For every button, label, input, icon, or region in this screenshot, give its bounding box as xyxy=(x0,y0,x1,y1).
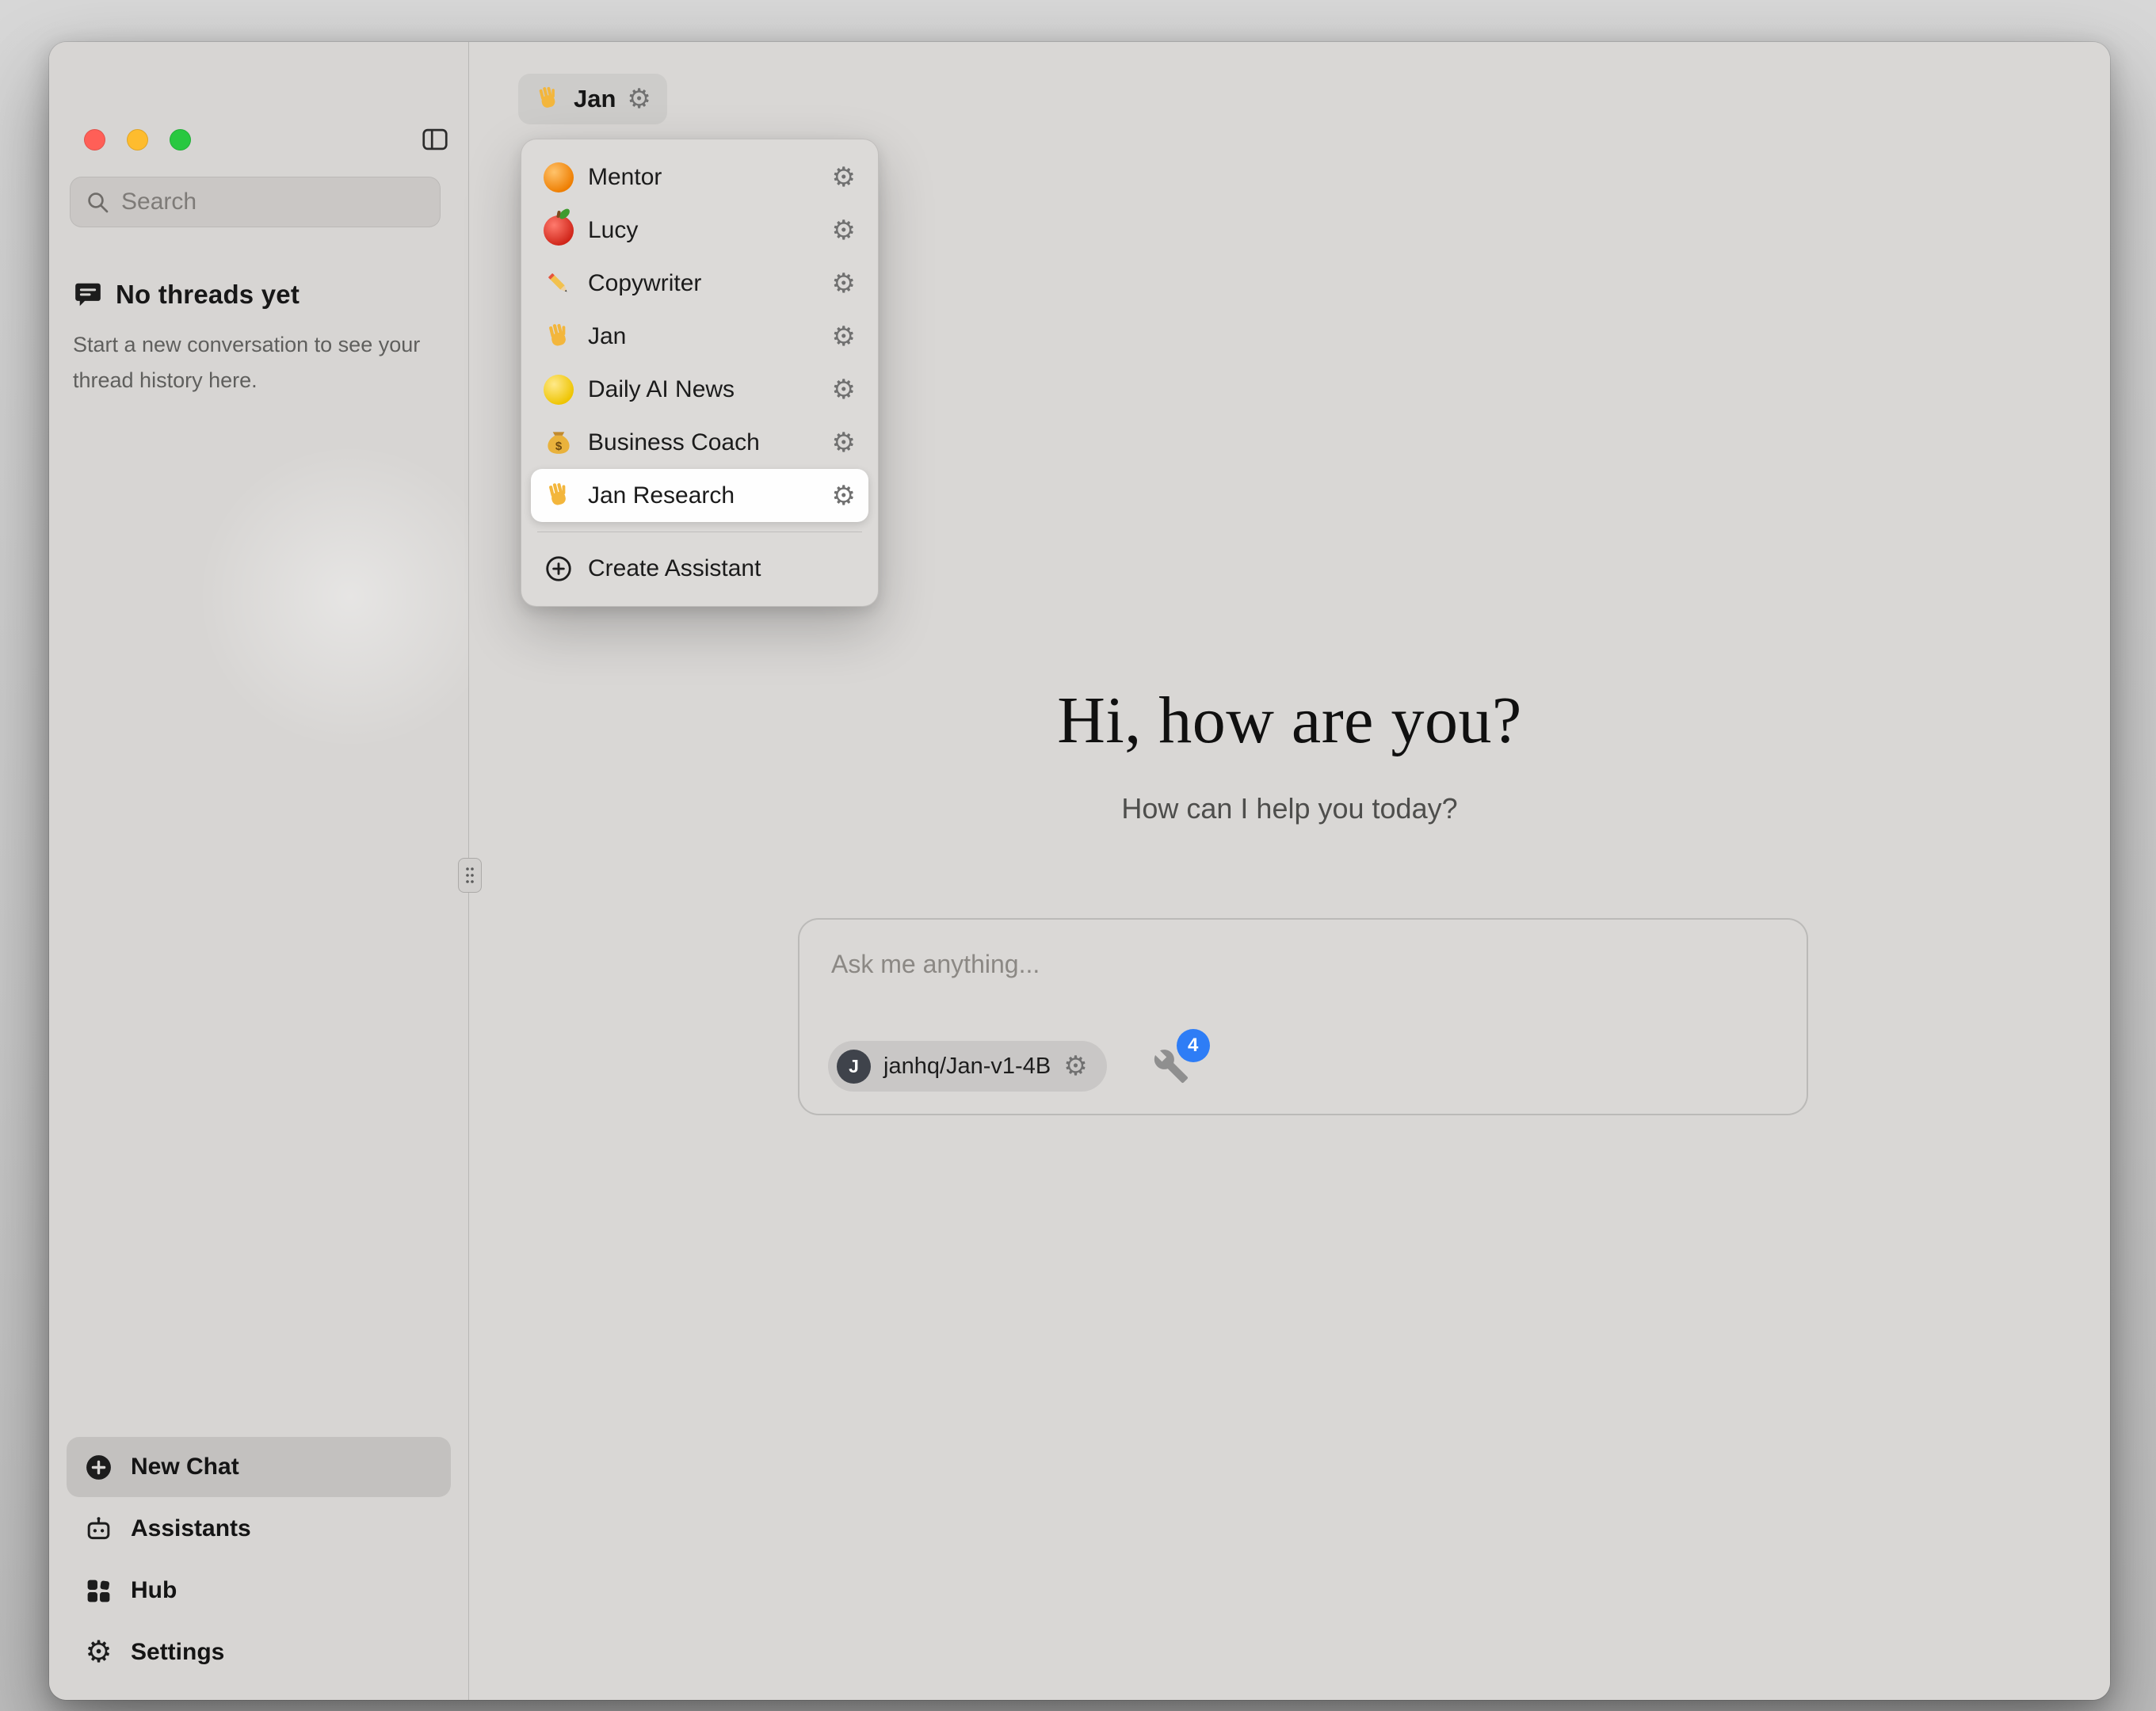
create-assistant-button[interactable]: Create Assistant xyxy=(531,542,868,595)
grip-dots-icon xyxy=(464,865,476,886)
gear-icon[interactable]: ⚙ xyxy=(832,429,856,456)
sidebar-item-new-chat[interactable]: New Chat xyxy=(67,1437,451,1497)
gear-icon[interactable]: ⚙ xyxy=(832,270,856,297)
current-assistant-name: Jan xyxy=(574,85,616,113)
grid-icon xyxy=(84,1576,113,1606)
zoom-window-button[interactable] xyxy=(170,129,191,151)
greeting-subtitle: How can I help you today? xyxy=(469,792,2110,825)
composer-controls: J janhq/Jan-v1-4B ⚙ 4 xyxy=(828,1041,1189,1092)
empty-state-title: No threads yet xyxy=(116,280,300,310)
menu-item-label: Business Coach xyxy=(588,429,818,456)
tools-button[interactable]: 4 xyxy=(1153,1048,1189,1084)
gear-icon[interactable]: ⚙ xyxy=(627,86,651,112)
create-assistant-label: Create Assistant xyxy=(588,555,856,582)
sidebar-item-label: Assistants xyxy=(131,1515,251,1542)
menu-item-label: Daily AI News xyxy=(588,376,818,403)
menu-item-jan-research[interactable]: Jan Research ⚙ xyxy=(531,469,868,522)
model-avatar: J xyxy=(837,1050,871,1084)
search-input[interactable] xyxy=(121,189,427,215)
pane-resize-handle[interactable] xyxy=(458,858,482,893)
menu-item-label: Jan Research xyxy=(588,482,818,509)
menu-item-label: Mentor xyxy=(588,164,818,191)
sidebar-item-settings[interactable]: ⚙ Settings xyxy=(67,1622,451,1682)
chat-input[interactable] xyxy=(831,950,1775,1021)
robot-icon xyxy=(84,1515,113,1544)
search-icon xyxy=(85,189,110,215)
menu-item-daily-ai-news[interactable]: Daily AI News ⚙ xyxy=(531,363,868,416)
sidebar: No threads yet Start a new conversation … xyxy=(49,42,469,1700)
svg-text:$: $ xyxy=(555,439,563,452)
sidebar-item-hub[interactable]: Hub xyxy=(67,1560,451,1621)
gear-icon: ⚙ xyxy=(84,1637,113,1667)
gear-icon[interactable]: ⚙ xyxy=(832,323,856,350)
menu-item-label: Copywriter xyxy=(588,270,818,297)
sidebar-item-label: New Chat xyxy=(131,1454,239,1480)
threads-empty-state: No threads yet Start a new conversation … xyxy=(73,280,437,399)
wave-hand-icon xyxy=(544,322,574,352)
menu-item-label: Jan xyxy=(588,323,818,350)
menu-item-label: Lucy xyxy=(588,217,818,244)
wave-hand-icon xyxy=(534,85,563,113)
sidebar-item-assistants[interactable]: Assistants xyxy=(67,1499,451,1559)
chat-bubble-icon xyxy=(73,280,103,310)
main-area: Jan ⚙ Mentor ⚙ Lucy ⚙ xyxy=(469,42,2110,1700)
sidebar-nav: New Chat Assistants xyxy=(67,1437,451,1682)
tools-count-badge: 4 xyxy=(1177,1029,1210,1062)
search-box xyxy=(70,177,441,227)
menu-item-business-coach[interactable]: $ Business Coach ⚙ xyxy=(531,416,868,469)
minimize-window-button[interactable] xyxy=(127,129,148,151)
menu-item-mentor[interactable]: Mentor ⚙ xyxy=(531,151,868,204)
model-name: janhq/Jan-v1-4B xyxy=(883,1054,1051,1080)
chat-composer: J janhq/Jan-v1-4B ⚙ 4 xyxy=(798,918,1808,1115)
gear-icon[interactable]: ⚙ xyxy=(832,482,856,509)
gear-icon[interactable]: ⚙ xyxy=(832,376,856,403)
greeting: Hi, how are you? How can I help you toda… xyxy=(469,682,2110,825)
assistant-selector[interactable]: Jan ⚙ xyxy=(518,74,667,124)
apple-icon xyxy=(544,215,574,246)
close-window-button[interactable] xyxy=(84,129,105,151)
sidebar-item-label: Settings xyxy=(131,1639,224,1666)
plus-circle-icon xyxy=(84,1453,113,1482)
wave-hand-icon xyxy=(544,481,574,511)
orange-ball-icon xyxy=(544,162,574,192)
empty-state-description: Start a new conversation to see your thr… xyxy=(73,327,422,399)
menu-item-lucy[interactable]: Lucy ⚙ xyxy=(531,204,868,257)
money-bag-icon: $ xyxy=(544,428,574,458)
sidebar-toggle-icon[interactable] xyxy=(418,123,452,156)
window-controls xyxy=(84,129,191,151)
menu-item-copywriter[interactable]: Copywriter ⚙ xyxy=(531,257,868,310)
gear-icon[interactable]: ⚙ xyxy=(832,164,856,191)
app-window: No threads yet Start a new conversation … xyxy=(49,42,2110,1700)
model-selector[interactable]: J janhq/Jan-v1-4B ⚙ xyxy=(828,1041,1107,1092)
yellow-ball-icon xyxy=(544,375,574,405)
gear-icon[interactable]: ⚙ xyxy=(832,217,856,244)
gear-icon[interactable]: ⚙ xyxy=(1063,1053,1087,1080)
plus-circle-outline-icon xyxy=(544,554,574,584)
pencil-icon xyxy=(544,269,574,299)
menu-item-jan[interactable]: Jan ⚙ xyxy=(531,310,868,363)
sidebar-item-label: Hub xyxy=(131,1577,177,1604)
greeting-title: Hi, how are you? xyxy=(469,682,2110,759)
assistant-dropdown-menu: Mentor ⚙ Lucy ⚙ xyxy=(521,139,879,607)
